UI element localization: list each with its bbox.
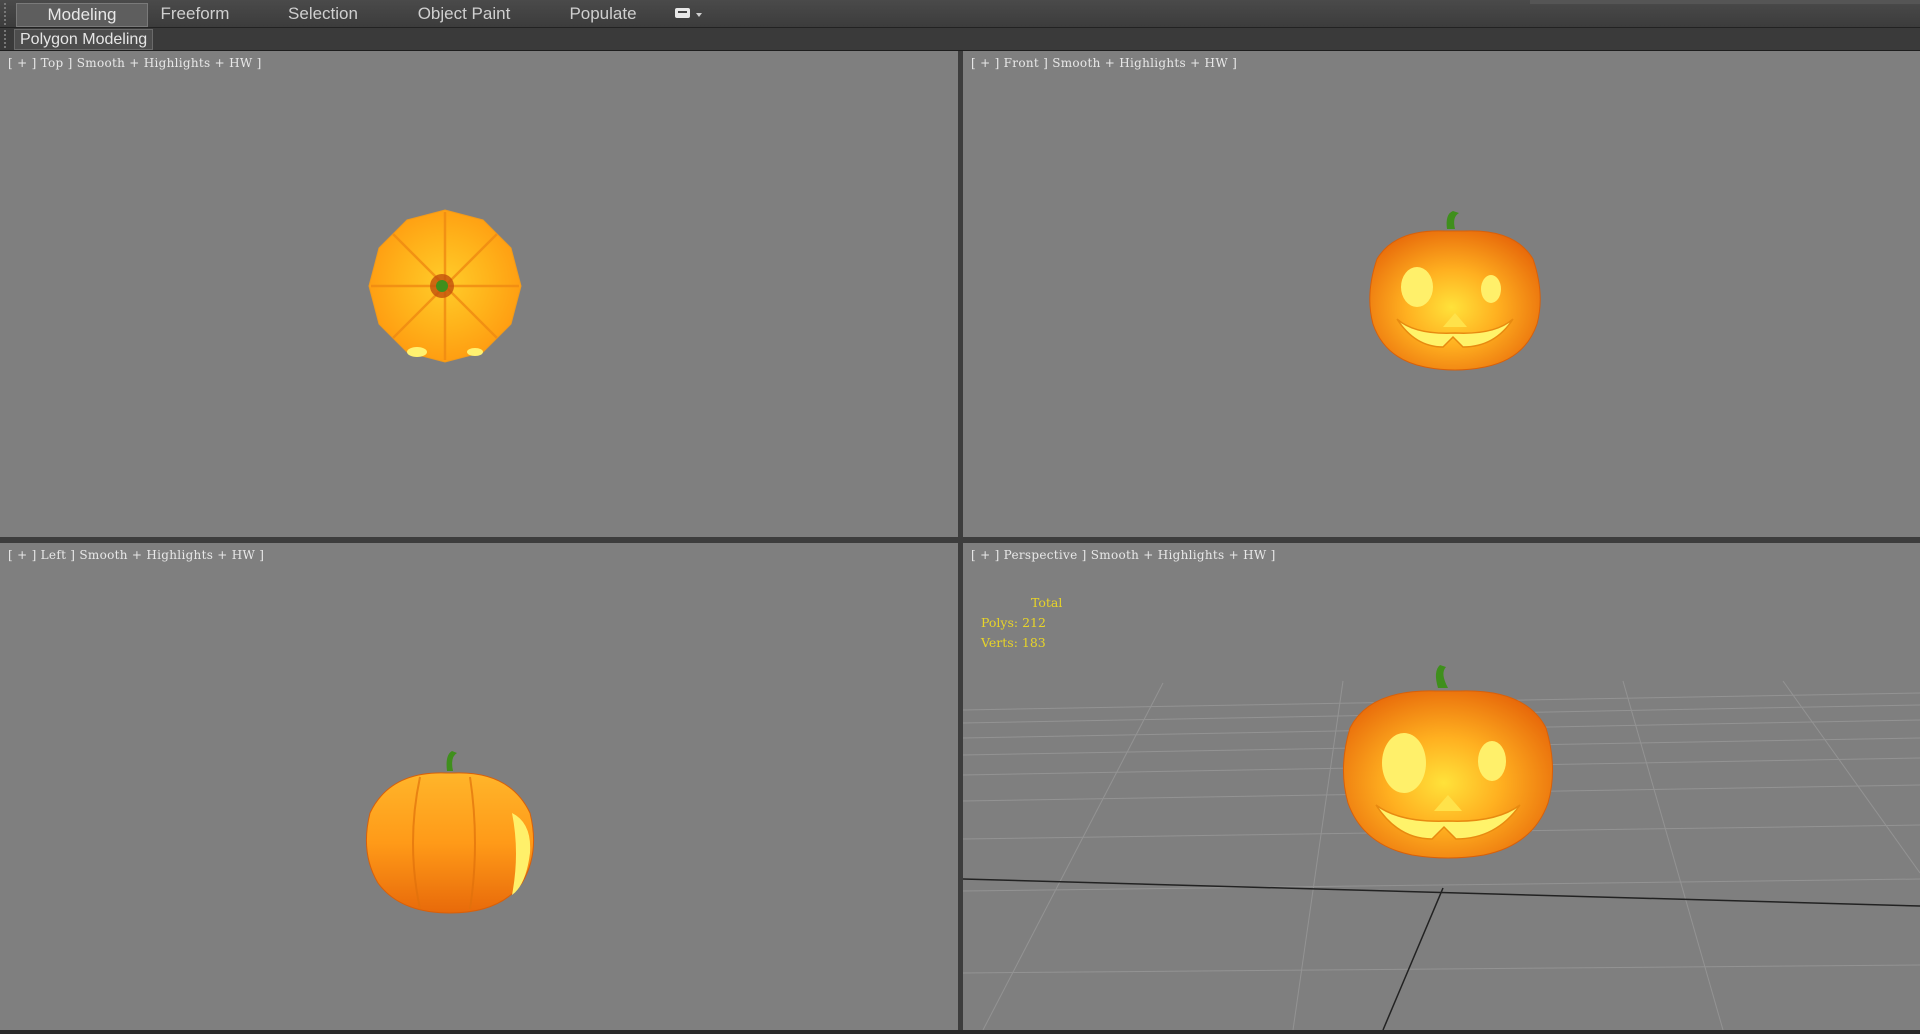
ribbon-grip[interactable]	[4, 3, 12, 25]
tab-modeling[interactable]: Modeling	[16, 3, 148, 27]
viewport-perspective[interactable]: [ + ] Perspective ] Smooth + Highlights …	[963, 543, 1920, 1030]
viewport-top[interactable]: [ + ] Top ] Smooth + Highlights + HW ]	[0, 51, 958, 537]
polygon-modeling-panel-button[interactable]: Polygon Modeling	[14, 29, 154, 50]
viewport-divider-horizontal[interactable]	[0, 537, 1920, 543]
tab-freeform[interactable]: Freeform	[148, 3, 242, 25]
perspective-scene	[963, 665, 1920, 1030]
pumpkin-front-view	[1369, 211, 1541, 371]
viewport-left[interactable]: [ + ] Left ] Smooth + Highlights + HW ]	[0, 543, 958, 1030]
tab-object-paint[interactable]: Object Paint	[404, 3, 524, 25]
panel-toggle-icon[interactable]	[674, 6, 706, 22]
viewport-front[interactable]: [ + ] Front ] Smooth + Highlights + HW ]	[963, 51, 1920, 537]
tab-selection[interactable]: Selection	[276, 3, 370, 25]
ribbon-right-bar	[1530, 0, 1920, 4]
ribbon: Modeling Freeform Selection Object Paint…	[0, 0, 1920, 28]
pumpkin-top-view	[368, 209, 522, 363]
panel-grip[interactable]	[4, 30, 12, 48]
tab-populate[interactable]: Populate	[556, 3, 650, 25]
ribbon-panel-bar: Polygon Modeling	[0, 28, 1920, 51]
bottom-edge	[0, 1030, 1920, 1034]
pumpkin-left-view	[365, 751, 535, 914]
